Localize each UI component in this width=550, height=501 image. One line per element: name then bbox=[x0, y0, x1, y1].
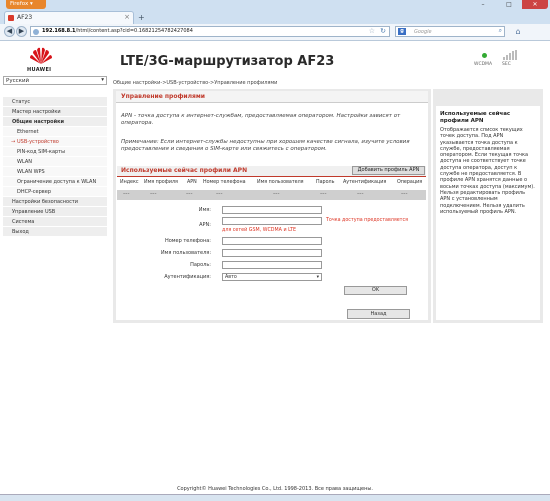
arrow-right-icon: → bbox=[11, 139, 16, 145]
search-engine-icon[interactable]: g bbox=[398, 28, 406, 35]
window-controls: – □ ✕ bbox=[470, 0, 548, 9]
apn-description: APN - точка доступа к интернет-службам, … bbox=[121, 113, 401, 126]
username-label: Имя пользователя: bbox=[160, 250, 211, 256]
column-phone: Номер телефона bbox=[203, 180, 246, 185]
column-username: Имя пользователя bbox=[257, 180, 304, 185]
sidebar-item-general-settings[interactable]: Общие настройки bbox=[3, 117, 107, 127]
phone-label: Номер телефона: bbox=[164, 238, 211, 244]
empty-cell: --- bbox=[123, 190, 130, 197]
window-titlebar bbox=[0, 0, 550, 10]
profiles-table-columns: Индекс Имя профиля APN Номер телефона Им… bbox=[117, 178, 426, 190]
section-title: Управление профилями bbox=[121, 93, 205, 100]
sidebar-item-wlan[interactable]: WLAN bbox=[3, 157, 107, 167]
sidebar-item-ethernet[interactable]: Ethernet bbox=[3, 127, 107, 137]
column-authentication: Аутентификация bbox=[343, 180, 387, 185]
table-row: --- --- --- --- --- --- --- --- bbox=[117, 190, 426, 200]
firefox-menu-button[interactable]: Firefox ▾ bbox=[6, 0, 46, 9]
apn-hint-networks: для сетей GSM, WCDMA и LTE bbox=[222, 228, 297, 233]
bookmark-star-icon[interactable]: ☆ bbox=[369, 27, 375, 35]
network-status-icon bbox=[482, 53, 487, 58]
back-button[interactable]: Назад bbox=[347, 309, 410, 319]
minimize-button[interactable]: – bbox=[470, 0, 496, 9]
reload-icon[interactable]: ↻ bbox=[380, 27, 386, 35]
sidebar-item-status[interactable]: Статус bbox=[3, 97, 107, 107]
huawei-logo-icon bbox=[30, 47, 52, 64]
empty-cell: --- bbox=[357, 190, 364, 197]
sidebar-menu: Статус Мастер настройки Общие настройки … bbox=[3, 97, 107, 237]
search-icon[interactable]: ⌕ bbox=[499, 27, 502, 35]
main-panel-header: Управление профилями bbox=[116, 91, 428, 103]
ok-button[interactable]: OK bbox=[344, 286, 407, 295]
tab-title: AF23 bbox=[17, 14, 33, 21]
column-profile-name: Имя профиля bbox=[144, 180, 178, 185]
column-index: Индекс bbox=[120, 180, 139, 185]
help-text: Отображается список текущих точек доступ… bbox=[440, 127, 535, 215]
tab-close-icon[interactable]: × bbox=[124, 13, 130, 21]
breadcrumb: Общие настройки->USB-устройство->Управле… bbox=[113, 80, 278, 86]
sidebar-item-usb-device[interactable]: → USB-устройство bbox=[3, 137, 107, 147]
apn-hint: Точка доступа предоставляется bbox=[326, 218, 408, 223]
search-placeholder: Google bbox=[414, 29, 432, 35]
sidebar-item-wizard[interactable]: Мастер настройки bbox=[3, 107, 107, 117]
home-icon[interactable]: ⌂ bbox=[512, 26, 524, 37]
column-password: Пароль bbox=[316, 180, 335, 185]
sidebar-item-wlan-wps[interactable]: WLAN WPS bbox=[3, 167, 107, 177]
sidebar-item-wlan-access[interactable]: Ограничение доступа к WLAN bbox=[3, 177, 107, 187]
sidebar-item-security[interactable]: Настройки безопасности bbox=[3, 197, 107, 207]
network-type-label: WCDMA bbox=[474, 62, 493, 67]
browser-tab[interactable]: AF23 × bbox=[4, 11, 134, 24]
password-input[interactable] bbox=[222, 261, 322, 269]
empty-cell: --- bbox=[216, 190, 223, 197]
signal-strength-icon bbox=[503, 50, 517, 62]
status-indicators: WCDMA SEC bbox=[470, 50, 525, 70]
name-input[interactable] bbox=[222, 206, 322, 214]
help-title: Используемые сейчас профили APN bbox=[440, 111, 511, 124]
search-box[interactable]: g Google ⌕ bbox=[395, 26, 505, 37]
empty-cell: --- bbox=[186, 190, 193, 197]
apn-label: APN: bbox=[199, 222, 211, 228]
empty-cell: --- bbox=[150, 190, 157, 197]
chevron-down-icon: ▾ bbox=[101, 77, 104, 83]
maximize-button[interactable]: □ bbox=[496, 0, 522, 9]
add-apn-profile-button[interactable]: Добавить профиль APN bbox=[352, 166, 425, 175]
language-select[interactable]: Русский ▾ bbox=[3, 76, 107, 85]
apn-note: Примечание: Если интернет-службы недосту… bbox=[121, 139, 410, 152]
name-label: Имя: bbox=[198, 207, 211, 213]
auth-label: Аутентификация: bbox=[164, 274, 211, 280]
page-title: LTE/3G-маршрутизатор AF23 bbox=[120, 54, 335, 69]
address-bar[interactable]: 192.168.8.1/html/content.asp?cid=0.16821… bbox=[30, 26, 390, 37]
password-label: Пароль: bbox=[190, 262, 211, 268]
copyright-footer: Copyright© Huawei Technologies Co., Ltd.… bbox=[0, 486, 550, 494]
apn-input[interactable] bbox=[222, 217, 322, 225]
back-arrow-icon[interactable]: ◀ bbox=[4, 26, 15, 37]
empty-cell: --- bbox=[320, 190, 327, 197]
phone-input[interactable] bbox=[222, 237, 322, 245]
username-input[interactable] bbox=[222, 249, 322, 257]
sidebar-item-logout[interactable]: Выход bbox=[3, 227, 107, 237]
new-tab-button[interactable]: + bbox=[138, 13, 148, 22]
site-identity-icon bbox=[33, 29, 39, 35]
sidebar-item-usb-management[interactable]: Управление USB bbox=[3, 207, 107, 217]
chevron-down-icon: ▾ bbox=[316, 275, 319, 280]
profiles-table-title: Используемые сейчас профили APN bbox=[121, 167, 248, 174]
empty-cell: --- bbox=[273, 190, 280, 197]
sidebar-item-sim-pin[interactable]: PIN-код SIM-карты bbox=[3, 147, 107, 157]
forward-arrow-icon[interactable]: ▶ bbox=[16, 26, 27, 37]
sidebar-item-system[interactable]: Система bbox=[3, 217, 107, 227]
huawei-favicon-icon bbox=[8, 15, 14, 21]
column-apn: APN bbox=[187, 180, 197, 185]
url-text: 192.168.8.1/html/content.asp?cid=0.16821… bbox=[42, 28, 193, 34]
close-window-button[interactable]: ✕ bbox=[522, 0, 548, 9]
brand-name: HUAWEI bbox=[27, 67, 52, 73]
empty-cell: --- bbox=[401, 190, 408, 197]
sidebar-item-dhcp[interactable]: DHCP-сервер bbox=[3, 187, 107, 197]
auth-select[interactable]: Авто ▾ bbox=[222, 273, 322, 281]
column-operation: Операция bbox=[397, 180, 423, 185]
security-label: SEC bbox=[502, 62, 511, 67]
